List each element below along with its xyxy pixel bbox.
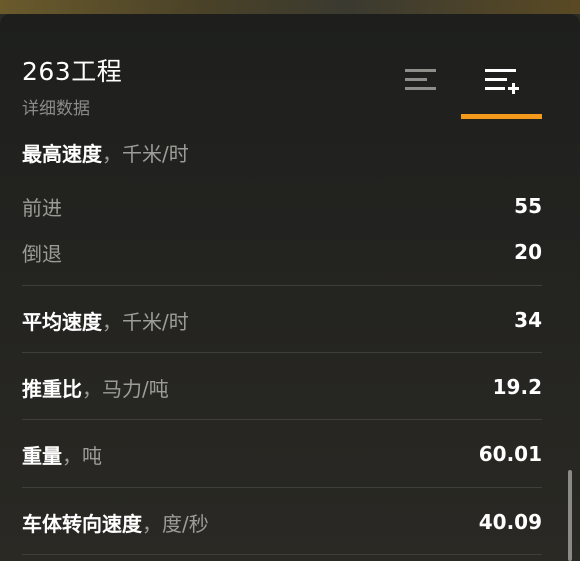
forward-speed-value: 55: [514, 194, 542, 218]
forward-speed-label: 前进: [22, 195, 62, 220]
active-tab-indicator: [461, 114, 542, 119]
power-to-weight-value: 19.2: [492, 375, 542, 399]
stat-average-speed: 平均速度，千米/时 34: [22, 304, 542, 336]
divider: [22, 285, 542, 286]
list-add-icon: [485, 69, 519, 94]
hull-traverse-unit: ，度/秒: [142, 511, 209, 536]
stat-power-to-weight: 推重比，马力/吨 19.2: [22, 371, 542, 403]
max-speed-label: 最高速度: [22, 141, 102, 166]
max-speed-unit: ，千米/时: [102, 141, 189, 166]
weight-value: 60.01: [478, 442, 542, 466]
average-speed-value: 34: [514, 308, 542, 332]
power-to-weight-unit: ，马力/吨: [82, 376, 169, 401]
tab-detailed-stats[interactable]: [461, 62, 541, 106]
stat-weight: 重量，吨 60.01: [22, 438, 542, 470]
stat-forward-speed: 前进 55: [22, 190, 542, 222]
weight-label: 重量: [22, 443, 62, 468]
hull-traverse-label: 车体转向速度: [22, 511, 142, 536]
list-icon: [405, 69, 436, 90]
average-speed-label: 平均速度: [22, 309, 102, 334]
panel-subtitle: 详细数据: [22, 99, 90, 119]
divider: [22, 554, 542, 555]
reverse-speed-value: 20: [514, 240, 542, 264]
power-to-weight-label: 推重比: [22, 376, 82, 401]
scrollbar[interactable]: [568, 470, 572, 561]
weight-unit: ，吨: [62, 443, 102, 468]
divider: [22, 419, 542, 420]
stat-reverse-speed: 倒退 20: [22, 236, 542, 268]
tab-basic-stats[interactable]: [381, 62, 461, 106]
background-strip: [0, 0, 580, 14]
hull-traverse-value: 40.09: [478, 510, 542, 534]
stat-hull-traverse: 车体转向速度，度/秒 40.09: [22, 506, 542, 538]
average-speed-unit: ，千米/时: [102, 309, 189, 334]
divider: [22, 352, 542, 353]
reverse-speed-label: 倒退: [22, 241, 62, 266]
divider: [22, 487, 542, 488]
vehicle-name: 263工程: [22, 57, 123, 86]
stat-max-speed-header: 最高速度，千米/时: [22, 136, 542, 168]
